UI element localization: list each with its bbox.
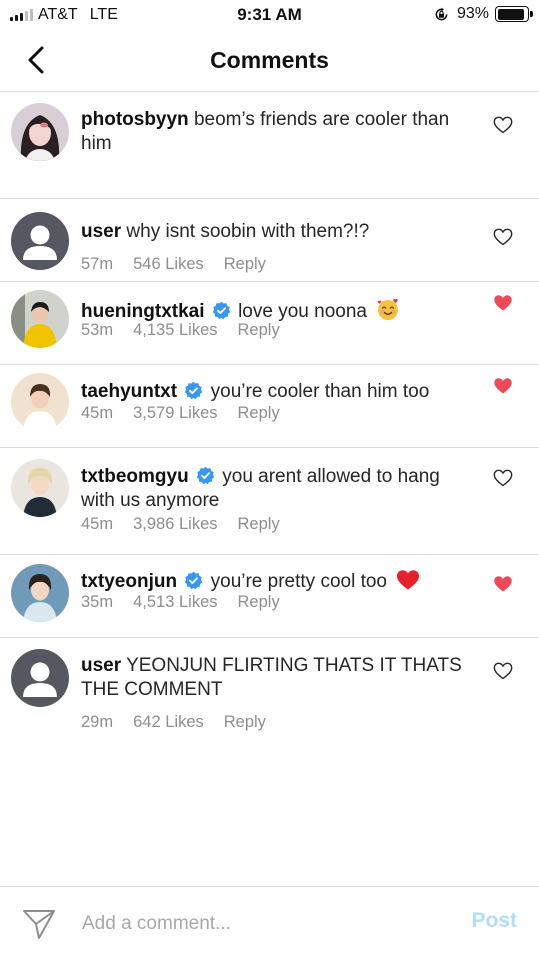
smiling-face-with-hearts-icon	[377, 298, 399, 320]
heart-outline-icon[interactable]	[493, 228, 513, 246]
comment-meta: 45m 3,579 Likes Reply	[81, 404, 280, 423]
verified-badge-icon	[212, 301, 231, 320]
comment-text: hueningtxtkai love you noona	[81, 297, 469, 324]
comment-list: photosbyyn beom’s friends are cooler tha…	[0, 93, 539, 748]
comment-meta: 29m 642 Likes Reply	[81, 713, 266, 732]
comment-likes[interactable]: 4,135 Likes	[133, 321, 217, 340]
verified-badge-icon	[185, 571, 203, 590]
comment-text: user why isnt soobin with them?!?	[81, 220, 469, 244]
comment-username[interactable]: taehyuntxt	[81, 381, 177, 402]
comment-item: user YEONJUN FLIRTING THATS IT THATS THE…	[0, 638, 539, 748]
comment-content: love you noona	[238, 301, 367, 322]
status-bar: AT&T LTE 9:31 AM 93%	[0, 0, 539, 30]
reply-button[interactable]: Reply	[238, 404, 280, 423]
heart-filled-icon[interactable]	[493, 377, 513, 395]
battery-percent: 93%	[456, 5, 489, 22]
comment-likes[interactable]: 4,513 Likes	[133, 593, 217, 612]
status-right: 93%	[434, 5, 533, 23]
comment-likes[interactable]: 642 Likes	[133, 713, 204, 732]
comment-composer: Post	[0, 886, 539, 960]
heart-filled-icon[interactable]	[493, 294, 513, 312]
comment-item: taehyuntxt you’re cooler than him too 45…	[0, 365, 539, 448]
comment-item: user why isnt soobin with them?!? 57m 54…	[0, 199, 539, 282]
comment-time: 45m	[81, 515, 114, 533]
comment-meta: 53m 4,135 Likes Reply	[81, 321, 280, 340]
heart-outline-icon[interactable]	[493, 662, 513, 680]
avatar[interactable]	[11, 649, 69, 707]
comment-text: photosbyyn beom’s friends are cooler tha…	[81, 108, 469, 156]
comment-item: txtbeomgyu you arent allowed to hang wit…	[0, 448, 539, 555]
comment-likes[interactable]: 3,579 Likes	[133, 404, 217, 423]
comment-username[interactable]: user	[81, 655, 121, 676]
avatar[interactable]	[11, 459, 69, 517]
comment-text: txtyeonjun you’re pretty cool too	[81, 569, 469, 594]
comment-time: 45m	[81, 404, 114, 422]
avatar[interactable]	[11, 290, 69, 348]
comment-username[interactable]: txtbeomgyu	[81, 466, 189, 487]
comment-username[interactable]: user	[81, 221, 121, 242]
avatar[interactable]	[11, 564, 69, 622]
battery-icon	[495, 6, 533, 22]
comment-username[interactable]: photosbyyn	[81, 109, 189, 130]
verified-badge-icon	[185, 381, 203, 400]
rotation-lock-icon	[435, 7, 448, 20]
comment-text: user YEONJUN FLIRTING THATS IT THATS THE…	[81, 654, 469, 702]
comment-item: txtyeonjun you’re pretty cool too 35m 4,…	[0, 555, 539, 638]
post-button[interactable]: Post	[471, 909, 517, 933]
comment-meta: 57m 546 Likes Reply	[81, 255, 266, 274]
comment-likes[interactable]: 546 Likes	[133, 255, 204, 274]
comment-input[interactable]	[82, 909, 412, 939]
heart-outline-icon[interactable]	[493, 469, 513, 487]
comment-text: txtbeomgyu you arent allowed to hang wit…	[81, 465, 469, 513]
reply-button[interactable]: Reply	[238, 515, 280, 534]
page-title: Comments	[210, 47, 329, 73]
comment-content: you’re cooler than him too	[210, 381, 430, 402]
comment-meta: 45m 3,986 Likes Reply	[81, 515, 280, 534]
verified-badge-icon	[196, 466, 215, 485]
heart-outline-icon[interactable]	[493, 116, 513, 134]
comment-meta: 35m 4,513 Likes Reply	[81, 593, 280, 612]
comment-username[interactable]: txtyeonjun	[81, 571, 177, 592]
reply-button[interactable]: Reply	[238, 593, 280, 612]
comment-content: YEONJUN FLIRTING THATS IT THATS THE COMM…	[81, 655, 462, 700]
comment-time: 53m	[81, 321, 114, 339]
reply-button[interactable]: Reply	[238, 321, 280, 340]
comment-item: photosbyyn beom’s friends are cooler tha…	[0, 93, 539, 199]
comment-likes[interactable]: 3,986 Likes	[133, 515, 217, 534]
comment-time: 35m	[81, 593, 114, 611]
avatar[interactable]	[11, 103, 69, 161]
comment-content: why isnt soobin with them?!?	[126, 221, 370, 242]
send-icon[interactable]	[22, 907, 56, 941]
comment-text: taehyuntxt you’re cooler than him too	[81, 380, 469, 404]
comment-item: hueningtxtkai love you noona 53m 4,135 L…	[0, 282, 539, 365]
red-heart-icon	[397, 570, 420, 590]
avatar[interactable]	[11, 212, 69, 270]
comment-username[interactable]: hueningtxtkai	[81, 301, 205, 322]
comment-time: 29m	[81, 713, 114, 731]
reply-button[interactable]: Reply	[224, 255, 266, 274]
heart-filled-icon[interactable]	[493, 575, 513, 593]
comment-time: 57m	[81, 255, 114, 273]
navigation-bar: Comments	[0, 30, 539, 92]
avatar[interactable]	[11, 373, 69, 431]
reply-button[interactable]: Reply	[224, 713, 266, 732]
comment-content: you’re pretty cool too	[210, 571, 387, 592]
